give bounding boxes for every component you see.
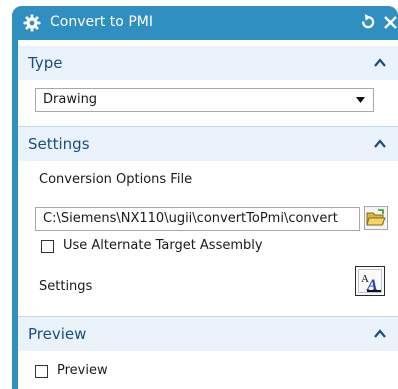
dialog-body: Type Drawing Settings Conversion Options…: [18, 40, 398, 389]
chevron-up-icon[interactable]: [374, 329, 386, 338]
type-dropdown-value: Drawing: [43, 92, 98, 107]
title-bar[interactable]: Convert to PMI: [12, 6, 398, 40]
conversion-options-file-input[interactable]: C:\Siemens\NX110\ugii\convertToPmi\conve…: [35, 207, 360, 231]
preview-checkbox[interactable]: [35, 365, 48, 378]
text-style-button-inner: A A: [358, 269, 382, 294]
close-icon[interactable]: [382, 12, 398, 32]
settings-field-label: Settings: [39, 279, 93, 294]
chevron-up-icon[interactable]: [374, 58, 386, 67]
gear-icon: [23, 14, 41, 32]
dialog-title: Convert to PMI: [50, 14, 153, 30]
section-header-preview[interactable]: Preview: [18, 317, 398, 351]
open-folder-icon: [366, 209, 386, 226]
section-title-preview: Preview: [28, 325, 87, 343]
reset-icon[interactable]: [359, 12, 377, 32]
section-header-type[interactable]: Type: [18, 46, 398, 80]
chevron-down-icon: [356, 97, 365, 103]
alternate-assembly-label: Use Alternate Target Assembly: [63, 238, 263, 253]
section-title-settings: Settings: [28, 135, 90, 153]
section-title-type: Type: [28, 54, 63, 72]
convert-to-pmi-dialog: Convert to PMI Type Drawing Settings Con…: [12, 6, 398, 389]
browse-file-button[interactable]: [364, 206, 388, 230]
conversion-options-label: Conversion Options File: [39, 172, 193, 187]
type-dropdown[interactable]: Drawing: [35, 88, 374, 112]
conversion-options-file-value: C:\Siemens\NX110\ugii\convertToPmi\conve…: [43, 211, 338, 226]
preview-checkbox-label: Preview: [57, 363, 108, 378]
section-header-settings[interactable]: Settings: [18, 127, 398, 161]
text-style-button[interactable]: A A: [355, 266, 385, 296]
alternate-assembly-checkbox[interactable]: [41, 240, 54, 253]
text-style-icon: A A: [361, 273, 381, 294]
chevron-up-icon[interactable]: [374, 139, 386, 148]
